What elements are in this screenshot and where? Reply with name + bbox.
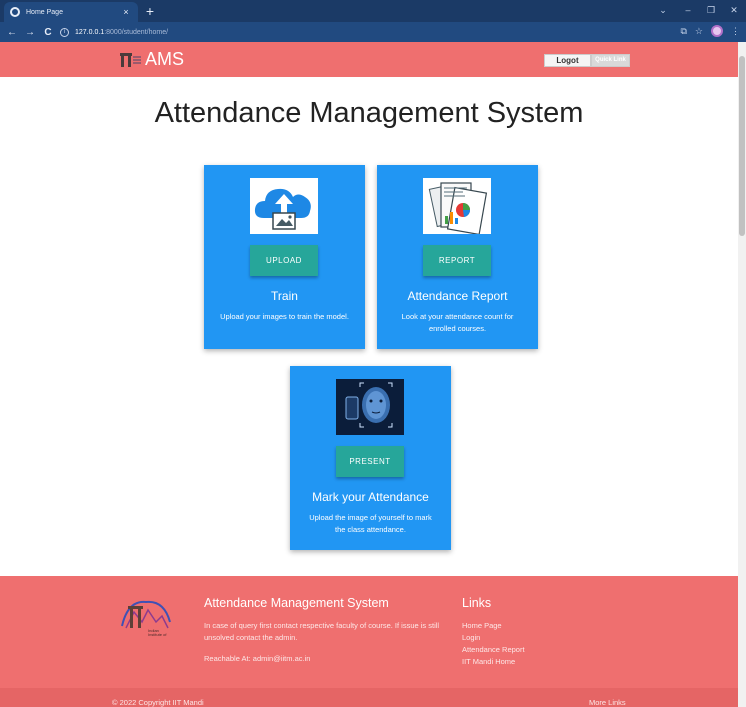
browser-address-bar: ← → C i 127.0.0.1:8000/student/home/ ⧉ ☆… xyxy=(0,22,746,42)
restore-icon[interactable]: ❐ xyxy=(704,3,718,17)
top-navbar: AMS Logot Quick Link xyxy=(0,42,738,77)
footer-link-home[interactable]: Home Page xyxy=(462,620,525,632)
browser-tab-bar: Home Page × + ⌄ – ❐ ✕ xyxy=(0,0,746,22)
card-description: Upload your images to train the model. xyxy=(220,312,349,321)
upload-button[interactable]: UPLOAD xyxy=(250,245,318,276)
copyright-text: © 2022 Copyright IIT Mandi xyxy=(112,698,204,707)
copyright-bar: © 2022 Copyright IIT Mandi More Links xyxy=(0,688,738,707)
present-button[interactable]: PRESENT xyxy=(336,446,404,477)
globe-icon xyxy=(10,7,20,17)
page-title: Attendance Management System xyxy=(154,97,584,129)
menu-icon[interactable]: ⋮ xyxy=(731,26,740,37)
forward-icon[interactable]: → xyxy=(21,27,39,38)
url-text: 127.0.0.1:8000/student/home/ xyxy=(75,28,169,36)
links-title: Links xyxy=(462,596,492,610)
quick-link-button[interactable]: Quick Link xyxy=(591,54,630,67)
browser-tab[interactable]: Home Page × xyxy=(4,2,138,22)
iit-mandi-logo-icon: Indian Institute of xyxy=(121,600,171,637)
back-icon[interactable]: ← xyxy=(3,27,21,38)
footer-contact: Reachable At: admin@iitm.ac.in xyxy=(204,654,311,663)
more-links-link[interactable]: More Links xyxy=(589,698,626,707)
footer: Indian Institute of Attendance Managemen… xyxy=(0,576,738,688)
train-card: UPLOAD Train Upload your images to train… xyxy=(204,165,365,349)
star-icon[interactable]: ☆ xyxy=(695,26,703,37)
card-image xyxy=(336,379,404,435)
svg-text:Institute of: Institute of xyxy=(148,632,167,637)
cloud-upload-icon xyxy=(254,188,311,230)
chevron-down-icon[interactable]: ⌄ xyxy=(656,3,670,17)
attendance-card: PRESENT Mark your Attendance Upload the … xyxy=(290,366,451,550)
footer-link-iit-mandi[interactable]: IIT Mandi Home xyxy=(462,656,525,668)
brand-name: AMS xyxy=(145,49,185,69)
logout-button[interactable]: Logot xyxy=(544,54,591,67)
share-icon[interactable]: ⧉ xyxy=(680,26,686,37)
window-close-icon[interactable]: ✕ xyxy=(727,3,741,17)
reload-icon[interactable]: C xyxy=(39,27,57,38)
card-description: Look at your attendance count for enroll… xyxy=(401,312,514,333)
page: AMS Logot Quick Link Attendance Manageme… xyxy=(0,42,738,707)
scrollbar-thumb[interactable] xyxy=(739,56,745,236)
face-recognition-icon xyxy=(336,379,404,435)
minimize-icon[interactable]: – xyxy=(681,3,695,17)
info-icon[interactable]: i xyxy=(60,27,69,37)
card-title: Train xyxy=(271,289,298,303)
profile-avatar[interactable] xyxy=(711,25,723,37)
footer-title: Attendance Management System xyxy=(204,596,389,610)
card-title: Mark your Attendance xyxy=(312,490,429,504)
report-button[interactable]: REPORT xyxy=(423,245,491,276)
report-card: REPORT Attendance Report Look at your at… xyxy=(377,165,538,349)
tab-close-icon[interactable]: × xyxy=(120,7,132,17)
tab-title: Home Page xyxy=(26,8,63,16)
card-title: Attendance Report xyxy=(407,289,508,303)
new-tab-button[interactable]: + xyxy=(143,3,157,19)
report-documents-icon xyxy=(428,182,488,234)
card-image xyxy=(423,178,491,234)
footer-links: Home Page Login Attendance Report IIT Ma… xyxy=(462,620,525,668)
footer-link-login[interactable]: Login xyxy=(462,632,525,644)
url-field[interactable]: i 127.0.0.1:8000/student/home/ xyxy=(60,25,670,39)
page-scrollbar[interactable] xyxy=(738,42,746,707)
footer-text: In case of query first contact respectiv… xyxy=(204,621,440,642)
iit-logo-icon xyxy=(120,52,141,67)
footer-link-report[interactable]: Attendance Report xyxy=(462,644,525,656)
brand[interactable]: AMS xyxy=(119,49,184,70)
toolbar-icons: ⧉ ☆ ⋮ xyxy=(680,25,740,37)
card-description: Upload the image of yourself to mark the… xyxy=(309,513,432,534)
card-image xyxy=(250,178,318,234)
